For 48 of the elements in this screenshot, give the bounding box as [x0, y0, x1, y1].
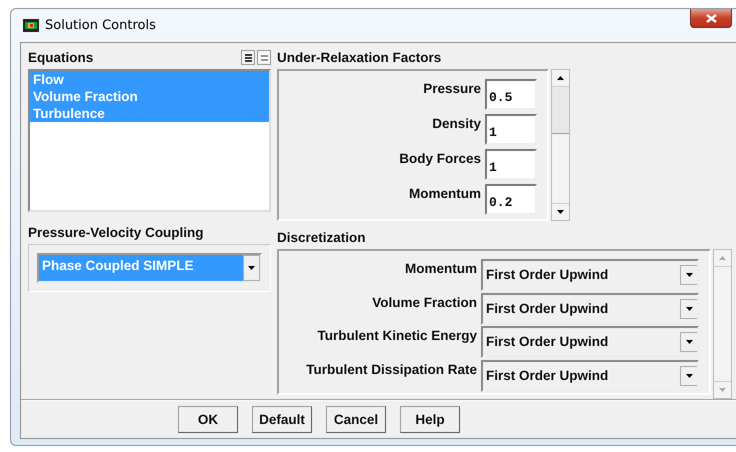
close-button[interactable]: [690, 9, 732, 28]
caret-down-icon: [686, 374, 692, 378]
scheme-label: Turbulent Kinetic Energy: [317, 327, 477, 343]
dialog-button[interactable]: OK: [178, 406, 238, 432]
relaxation-label: Under-Relaxation Factors: [277, 49, 442, 66]
dropdown-button[interactable]: [680, 332, 697, 352]
factor-field[interactable]: 0.5: [485, 79, 537, 110]
app-icon: [23, 19, 39, 32]
scheme-dropdown[interactable]: First Order Upwind: [481, 326, 699, 358]
select-all-button[interactable]: [241, 50, 255, 65]
scrollbar[interactable]: [713, 249, 732, 399]
scheme-dropdown[interactable]: First Order Upwind: [481, 360, 699, 392]
factor-label: Density: [432, 115, 481, 131]
equals-icon: [260, 54, 268, 60]
deselect-all-button[interactable]: [257, 50, 271, 65]
discretization-label: Discretization: [277, 229, 367, 246]
close-icon: [706, 14, 716, 22]
dialog-button[interactable]: Default: [252, 406, 312, 432]
caret-down-icon: [248, 266, 255, 270]
dropdown-button[interactable]: [680, 265, 697, 285]
scrollbar[interactable]: [551, 69, 570, 221]
dialog-button[interactable]: Help: [400, 406, 460, 432]
scroll-down-icon: [557, 210, 564, 214]
scheme-label: Momentum: [405, 260, 477, 276]
coupling-label: Pressure-Velocity Coupling: [28, 224, 205, 241]
dropdown-button[interactable]: [680, 366, 697, 386]
scheme-label: Turbulent Dissipation Rate: [306, 360, 477, 376]
dropdown-button[interactable]: [243, 255, 260, 281]
caret-down-icon: [686, 306, 692, 310]
dialog-button[interactable]: Cancel: [326, 406, 386, 432]
scheme-dropdown[interactable]: First Order Upwind: [481, 259, 699, 291]
scheme-label: Volume Fraction: [372, 294, 477, 310]
factor-field[interactable]: 0.2: [485, 184, 537, 215]
factor-label: Pressure: [423, 80, 481, 96]
caret-down-icon: [686, 340, 692, 344]
scheme-dropdown[interactable]: First Order Upwind: [481, 292, 699, 324]
factor-label: Body Forces: [399, 150, 481, 166]
factor-field[interactable]: 1: [485, 149, 537, 180]
equations-label: Equations: [28, 49, 94, 66]
factor-label: Momentum: [409, 185, 481, 201]
scroll-up-icon: [557, 76, 564, 80]
dropdown-button[interactable]: [680, 298, 697, 318]
window-title: Solution Controls: [45, 18, 156, 33]
scroll-up-icon: [719, 256, 726, 260]
scroll-down-icon: [719, 388, 726, 392]
factor-field[interactable]: 1: [485, 114, 537, 145]
caret-down-icon: [686, 273, 692, 277]
lines-icon: [244, 54, 252, 62]
